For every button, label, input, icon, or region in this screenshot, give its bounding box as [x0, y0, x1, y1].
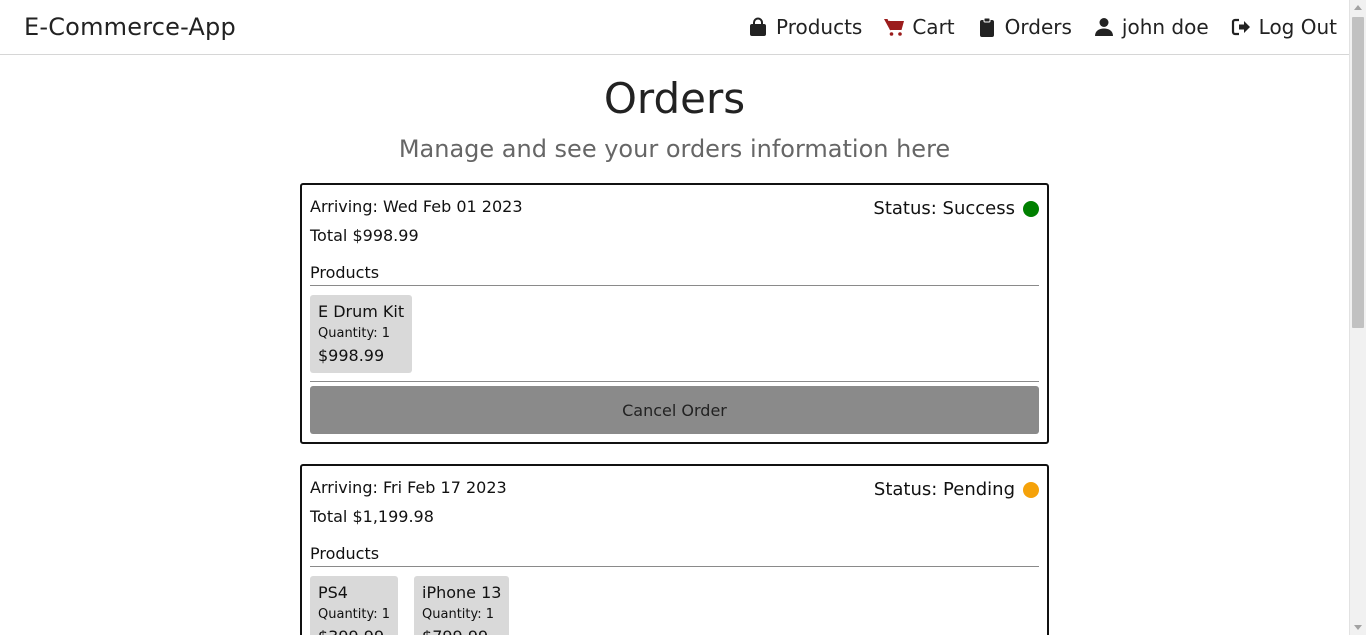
cancel-order-button[interactable]: Cancel Order [310, 386, 1039, 434]
divider [310, 566, 1039, 567]
page-title: Orders [603, 74, 746, 123]
order-arrival-date: Arriving: Wed Feb 01 2023 [310, 197, 523, 216]
products-heading: Products [310, 263, 380, 282]
sign-out-icon [1231, 18, 1250, 36]
nav-user-link[interactable]: john doe [1094, 15, 1209, 39]
divider [310, 381, 1039, 382]
clipboard-icon [979, 17, 994, 37]
brand-logo[interactable]: E-Commerce-App [24, 13, 236, 41]
order-status: Status: Pending [874, 479, 1039, 500]
nav-logout-label: Log Out [1258, 15, 1337, 39]
cart-icon [884, 19, 905, 36]
order-arrival-date: Arriving: Fri Feb 17 2023 [310, 478, 507, 497]
divider [310, 285, 1039, 286]
product-price: $399.99 [318, 626, 390, 635]
product-item[interactable]: PS4 Quantity: 1 $399.99 [310, 576, 399, 635]
order-status-label: Status: Success [873, 198, 1015, 219]
nav-cart-link[interactable]: Cart [884, 15, 955, 39]
order-card: Arriving: Wed Feb 01 2023 Total $998.99 … [300, 183, 1049, 444]
order-status: Status: Success [873, 198, 1039, 219]
product-price: $998.99 [318, 346, 385, 365]
order-total: Total $1,199.98 [310, 507, 434, 526]
products-heading: Products [310, 544, 380, 563]
product-item[interactable]: E Drum Kit Quantity: 1 $998.99 [310, 295, 413, 373]
page-subtitle: Manage and see your orders information h… [398, 135, 951, 163]
shopping-bag-icon [749, 17, 766, 36]
scrollbar-thumb[interactable] [1352, 17, 1364, 328]
product-quantity: Quantity: 1 [318, 607, 391, 622]
navbar: E-Commerce-App Products Cart Orders john… [0, 0, 1349, 55]
nav-cart-label: Cart [912, 15, 955, 39]
product-name: E Drum Kit [318, 302, 405, 321]
product-quantity: Quantity: 1 [422, 607, 495, 622]
product-quantity: Quantity: 1 [318, 326, 391, 341]
order-total: Total $998.99 [310, 226, 419, 245]
product-list: E Drum Kit Quantity: 1 $998.99 [310, 295, 413, 373]
nav-user-label: john doe [1121, 15, 1209, 39]
status-success-dot-icon [1023, 200, 1039, 217]
nav-links: Products Cart Orders john doe Log Out [748, 15, 1337, 39]
scroll-down-arrow-icon[interactable] [1354, 625, 1362, 630]
scroll-up-arrow-icon[interactable] [1354, 5, 1362, 10]
nav-products-link[interactable]: Products [748, 15, 862, 39]
order-status-label: Status: Pending [873, 479, 1015, 500]
product-name: iPhone 13 [422, 583, 502, 602]
nav-orders-label: Orders [1004, 15, 1072, 39]
nav-logout-link[interactable]: Log Out [1231, 15, 1337, 39]
nav-orders-link[interactable]: Orders [977, 15, 1072, 39]
user-icon [1094, 18, 1113, 36]
order-card: Arriving: Fri Feb 17 2023 Total $1,199.9… [300, 464, 1049, 635]
product-list: PS4 Quantity: 1 $399.99 iPhone 13 Quanti… [310, 576, 510, 635]
product-name: PS4 [318, 583, 348, 602]
vertical-scrollbar[interactable] [1349, 0, 1366, 635]
nav-products-label: Products [775, 15, 863, 39]
product-price: $799.99 [422, 626, 501, 635]
status-pending-dot-icon [1023, 481, 1039, 498]
product-item[interactable]: iPhone 13 Quantity: 1 $799.99 [414, 576, 510, 635]
